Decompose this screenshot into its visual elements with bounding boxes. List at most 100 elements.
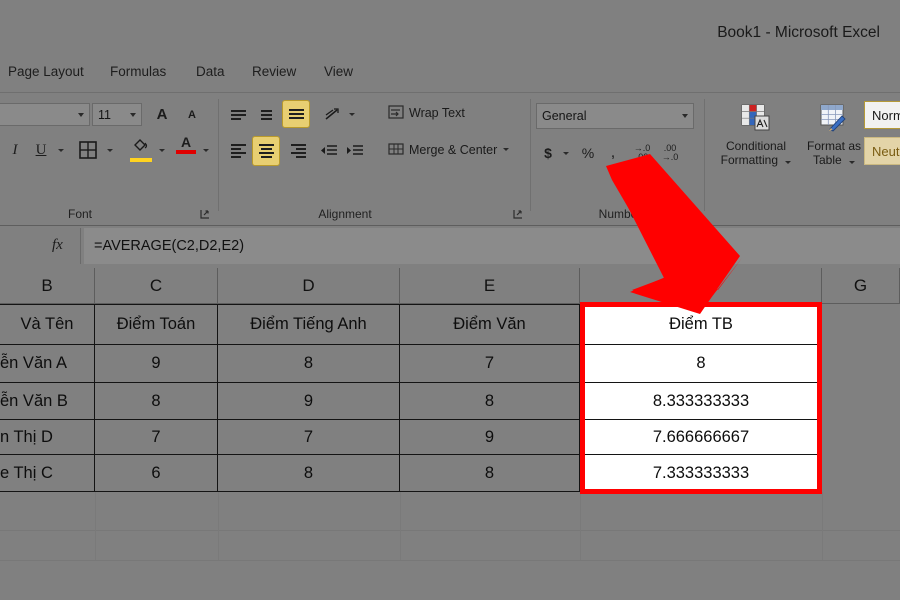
grow-font-button[interactable]: A [150, 103, 174, 126]
increase-indent-button[interactable] [344, 139, 366, 163]
decrease-indent-button[interactable] [318, 139, 340, 163]
decrease-indent-icon [321, 144, 337, 155]
column-header-F[interactable]: F [580, 268, 822, 304]
top-align-button[interactable] [226, 103, 250, 126]
percent-icon: % [581, 145, 595, 161]
comma-icon: , [610, 144, 616, 161]
cell-E3[interactable]: 8 [400, 383, 580, 420]
style-normal[interactable]: Norm [864, 101, 900, 129]
align-left-button[interactable] [226, 139, 250, 163]
shrink-font-button[interactable]: A [180, 103, 204, 126]
column-header-C[interactable]: C [95, 268, 218, 304]
currency-dropdown[interactable] [560, 147, 572, 159]
comma-button[interactable]: , [604, 141, 622, 165]
cell-C1[interactable]: Điểm Toán [95, 304, 218, 345]
chevron-down-icon [503, 148, 510, 151]
cell-D3[interactable]: 9 [218, 383, 400, 420]
align-right-icon [290, 144, 306, 158]
currency-button[interactable]: $ [538, 141, 558, 165]
cell-E4[interactable]: 9 [400, 420, 580, 455]
format-as-table-icon [820, 104, 846, 132]
align-center-button[interactable] [252, 136, 280, 166]
excel-window: Book1 - Microsoft Excel Page Layout Form… [0, 0, 900, 600]
tab-view[interactable]: View [324, 62, 353, 82]
paint-bucket-icon [134, 139, 148, 151]
font-color-swatch [176, 150, 196, 154]
format-as-table-button[interactable]: Format as Table [802, 103, 866, 167]
cell-D1[interactable]: Điểm Tiếng Anh [218, 304, 400, 345]
conditional-formatting-button[interactable]: Conditional Formatting [714, 103, 798, 167]
borders-dropdown[interactable] [104, 144, 116, 156]
style-neutral[interactable]: Neut [864, 137, 900, 165]
tab-data[interactable]: Data [196, 62, 225, 82]
wrap-text-button[interactable]: Wrap Text [388, 105, 465, 120]
cell-E1[interactable]: Điểm Văn [400, 304, 580, 345]
cell-B1[interactable]: Và Tên [0, 304, 95, 345]
cell-F2[interactable]: 8 [580, 345, 822, 383]
decrease-decimal-button[interactable]: .00 →.0 [658, 141, 682, 165]
font-name-combo[interactable]: bri [0, 103, 90, 126]
increase-decimal-button[interactable]: →.0.00 [630, 141, 654, 165]
column-header-E[interactable]: E [400, 268, 580, 304]
tab-page-layout[interactable]: Page Layout [8, 62, 84, 82]
fill-color-dropdown[interactable] [156, 144, 168, 156]
number-format-combo[interactable]: General [536, 103, 694, 129]
group-separator [704, 99, 705, 211]
cell-B2[interactable]: ễn Văn A [0, 345, 95, 383]
cell-F5[interactable]: 7.333333333 [580, 455, 822, 492]
number-dialog-launcher[interactable] [690, 209, 701, 220]
cell-C4[interactable]: 7 [95, 420, 218, 455]
format-as-table-label-line1: Format as [806, 139, 861, 153]
empty-grid-col-line [580, 492, 581, 560]
column-header-D[interactable]: D [218, 268, 400, 304]
borders-button[interactable] [76, 138, 100, 162]
formula-text: =AVERAGE(C2,D2,E2) [94, 238, 245, 254]
fill-color-swatch [130, 158, 152, 162]
cell-E2[interactable]: 7 [400, 345, 580, 383]
orientation-dropdown[interactable] [346, 108, 358, 120]
insert-function-icon[interactable]: fx [52, 237, 63, 254]
alignment-dialog-launcher[interactable] [513, 209, 524, 220]
cell-D4[interactable]: 7 [218, 420, 400, 455]
middle-align-button[interactable] [254, 103, 278, 126]
cell-F1[interactable]: Điểm TB [580, 304, 822, 345]
cell-B3[interactable]: ễn Văn B [0, 383, 95, 420]
dialog-launcher-icon [690, 210, 699, 219]
orientation-button[interactable] [320, 103, 344, 126]
font-color-button[interactable]: A [176, 135, 196, 154]
cell-C5[interactable]: 6 [95, 455, 218, 492]
empty-grid-row [0, 560, 900, 561]
wrap-text-label: Wrap Text [409, 105, 465, 120]
cell-C2[interactable]: 9 [95, 345, 218, 383]
underline-button[interactable]: U [30, 138, 52, 162]
formula-input[interactable]: =AVERAGE(C2,D2,E2) [84, 228, 900, 264]
cell-D5[interactable]: 8 [218, 455, 400, 492]
align-right-button[interactable] [286, 139, 310, 163]
italic-button[interactable]: I [4, 138, 26, 162]
merge-center-button[interactable]: Merge & Center [388, 142, 510, 157]
group-separator [218, 99, 219, 211]
cell-F4[interactable]: 7.666666667 [580, 420, 822, 455]
font-size-combo[interactable]: 11 [92, 103, 142, 126]
percent-button[interactable]: % [578, 141, 598, 165]
cell-F3[interactable]: 8.333333333 [580, 383, 822, 420]
formula-bar-divider [80, 228, 81, 264]
cell-C3[interactable]: 8 [95, 383, 218, 420]
increase-decimal-icon: →.0.00 [633, 143, 651, 162]
tab-review[interactable]: Review [252, 62, 296, 82]
underline-dropdown[interactable] [55, 144, 67, 156]
bottom-align-button[interactable] [282, 100, 310, 128]
cell-B4[interactable]: n Thị D [0, 420, 95, 455]
dialog-launcher-icon [200, 210, 209, 219]
tab-formulas[interactable]: Formulas [110, 62, 166, 82]
cell-E5[interactable]: 8 [400, 455, 580, 492]
column-header-B[interactable]: B [0, 268, 95, 304]
font-dialog-launcher[interactable] [200, 209, 211, 220]
chevron-down-icon [849, 161, 856, 164]
cell-B5[interactable]: e Thị C [0, 455, 95, 492]
cell-D2[interactable]: 8 [218, 345, 400, 383]
font-color-dropdown[interactable] [200, 144, 212, 156]
column-header-G[interactable]: G [822, 268, 900, 304]
chevron-down-icon [349, 112, 355, 116]
fill-color-button[interactable] [130, 137, 152, 162]
